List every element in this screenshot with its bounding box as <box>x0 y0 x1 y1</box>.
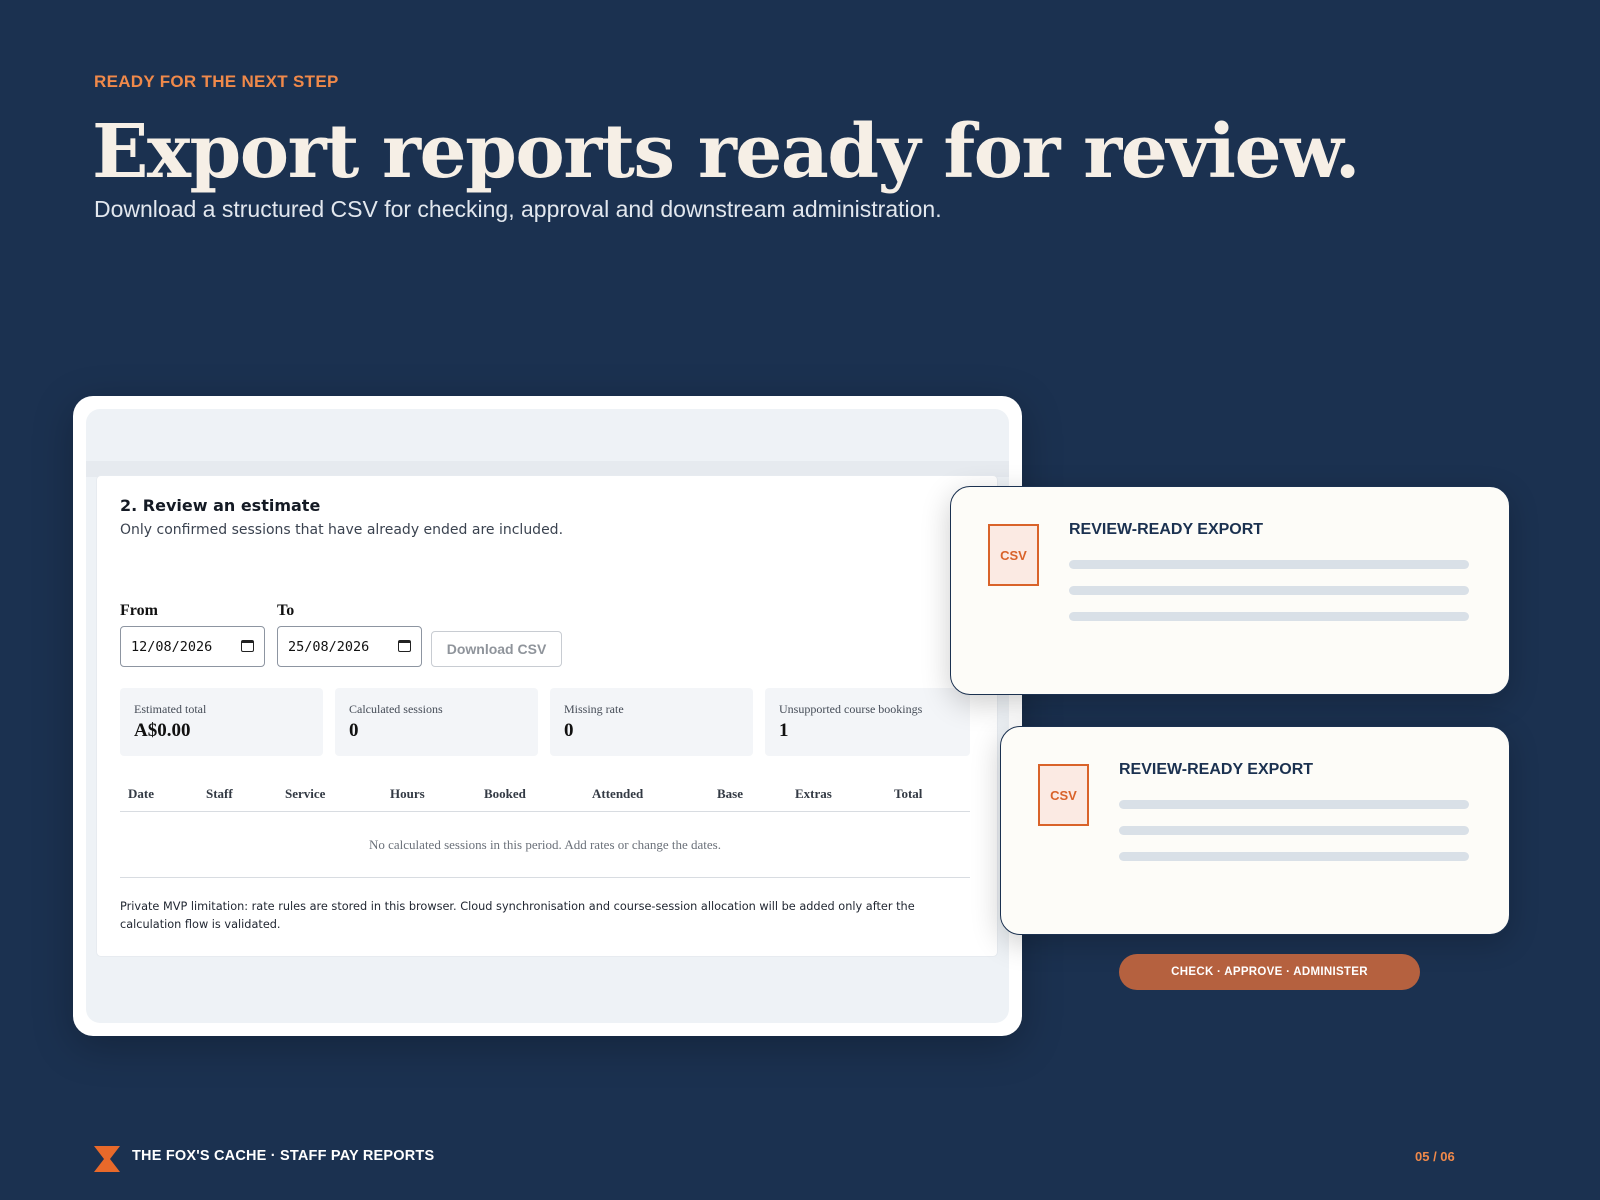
hourglass-logo-icon <box>94 1146 120 1172</box>
export-title: REVIEW-READY EXPORT <box>1119 761 1314 778</box>
placeholder-line <box>1069 560 1469 569</box>
export-title: REVIEW-READY EXPORT <box>1069 521 1264 538</box>
calendar-icon[interactable] <box>398 640 411 652</box>
stats-row: Estimated total A$0.00 Calculated sessio… <box>120 688 970 756</box>
csv-file-icon: CSV <box>1038 764 1089 826</box>
download-csv-button[interactable]: Download CSV <box>431 631 562 667</box>
sessions-table: Date Staff Service Hours Booked Attended… <box>120 776 970 878</box>
app-screenshot-frame: 2. Review an estimate Only confirmed ses… <box>73 396 1022 1036</box>
stat-label: Estimated total <box>134 702 207 716</box>
app-header-strip <box>86 461 1009 477</box>
column-header-extras: Extras <box>795 786 832 801</box>
stat-value: 0 <box>349 720 359 741</box>
stat-estimated-total: Estimated total A$0.00 <box>120 688 323 756</box>
subheadline: Download a structured CSV for checking, … <box>94 196 942 222</box>
footer-brand: THE FOX'S CACHE · STAFF PAY REPORTS <box>132 1148 435 1164</box>
from-label: From <box>120 602 158 619</box>
column-header-base: Base <box>717 786 743 801</box>
export-card-2: CSV REVIEW-READY EXPORT <box>1000 726 1510 935</box>
placeholder-line <box>1119 826 1469 835</box>
empty-table-message: No calculated sessions in this period. A… <box>120 812 970 878</box>
app-window: 2. Review an estimate Only confirmed ses… <box>86 409 1009 1023</box>
placeholder-line <box>1069 586 1469 595</box>
placeholder-line <box>1069 612 1469 621</box>
from-date-value: 12/08/2026 <box>131 638 213 655</box>
eyebrow: READY FOR THE NEXT STEP <box>94 72 339 91</box>
stat-value: A$0.00 <box>134 720 191 741</box>
stat-value: 0 <box>564 720 574 741</box>
column-header-booked: Booked <box>484 786 526 801</box>
to-date-value: 25/08/2026 <box>288 638 370 655</box>
headline: Export reports ready for review. <box>92 109 1361 195</box>
stat-value: 1 <box>779 720 789 741</box>
stat-label: Unsupported course bookings <box>779 702 923 716</box>
stat-label: Calculated sessions <box>349 702 443 716</box>
column-header-total: Total <box>894 786 923 801</box>
column-header-date: Date <box>128 786 154 801</box>
stat-unsupported-bookings: Unsupported course bookings 1 <box>765 688 970 756</box>
column-header-service: Service <box>285 786 326 801</box>
column-header-staff: Staff <box>206 786 233 801</box>
stat-missing-rate: Missing rate 0 <box>550 688 753 756</box>
mvp-limitation-note: Private MVP limitation: rate rules are s… <box>120 900 915 931</box>
to-label: To <box>277 602 295 619</box>
card-title: 2. Review an estimate <box>120 496 321 515</box>
workflow-pill: CHECK · APPROVE · ADMINISTER <box>1119 954 1420 990</box>
card-subtitle: Only confirmed sessions that have alread… <box>120 522 564 538</box>
column-header-hours: Hours <box>390 786 425 801</box>
calendar-icon[interactable] <box>241 640 254 652</box>
from-date-input[interactable]: 12/08/2026 <box>120 626 265 667</box>
to-date-input[interactable]: 25/08/2026 <box>277 626 422 667</box>
stat-label: Missing rate <box>564 702 624 716</box>
stat-calculated-sessions: Calculated sessions 0 <box>335 688 538 756</box>
column-header-attended: Attended <box>592 786 644 801</box>
export-card-1: CSV REVIEW-READY EXPORT <box>950 486 1510 695</box>
table-header: Date Staff Service Hours Booked Attended… <box>120 776 970 812</box>
estimate-card: 2. Review an estimate Only confirmed ses… <box>97 476 997 956</box>
csv-file-icon: CSV <box>988 524 1039 586</box>
placeholder-line <box>1119 800 1469 809</box>
placeholder-line <box>1119 852 1469 861</box>
page-number: 05 / 06 <box>1415 1149 1455 1164</box>
